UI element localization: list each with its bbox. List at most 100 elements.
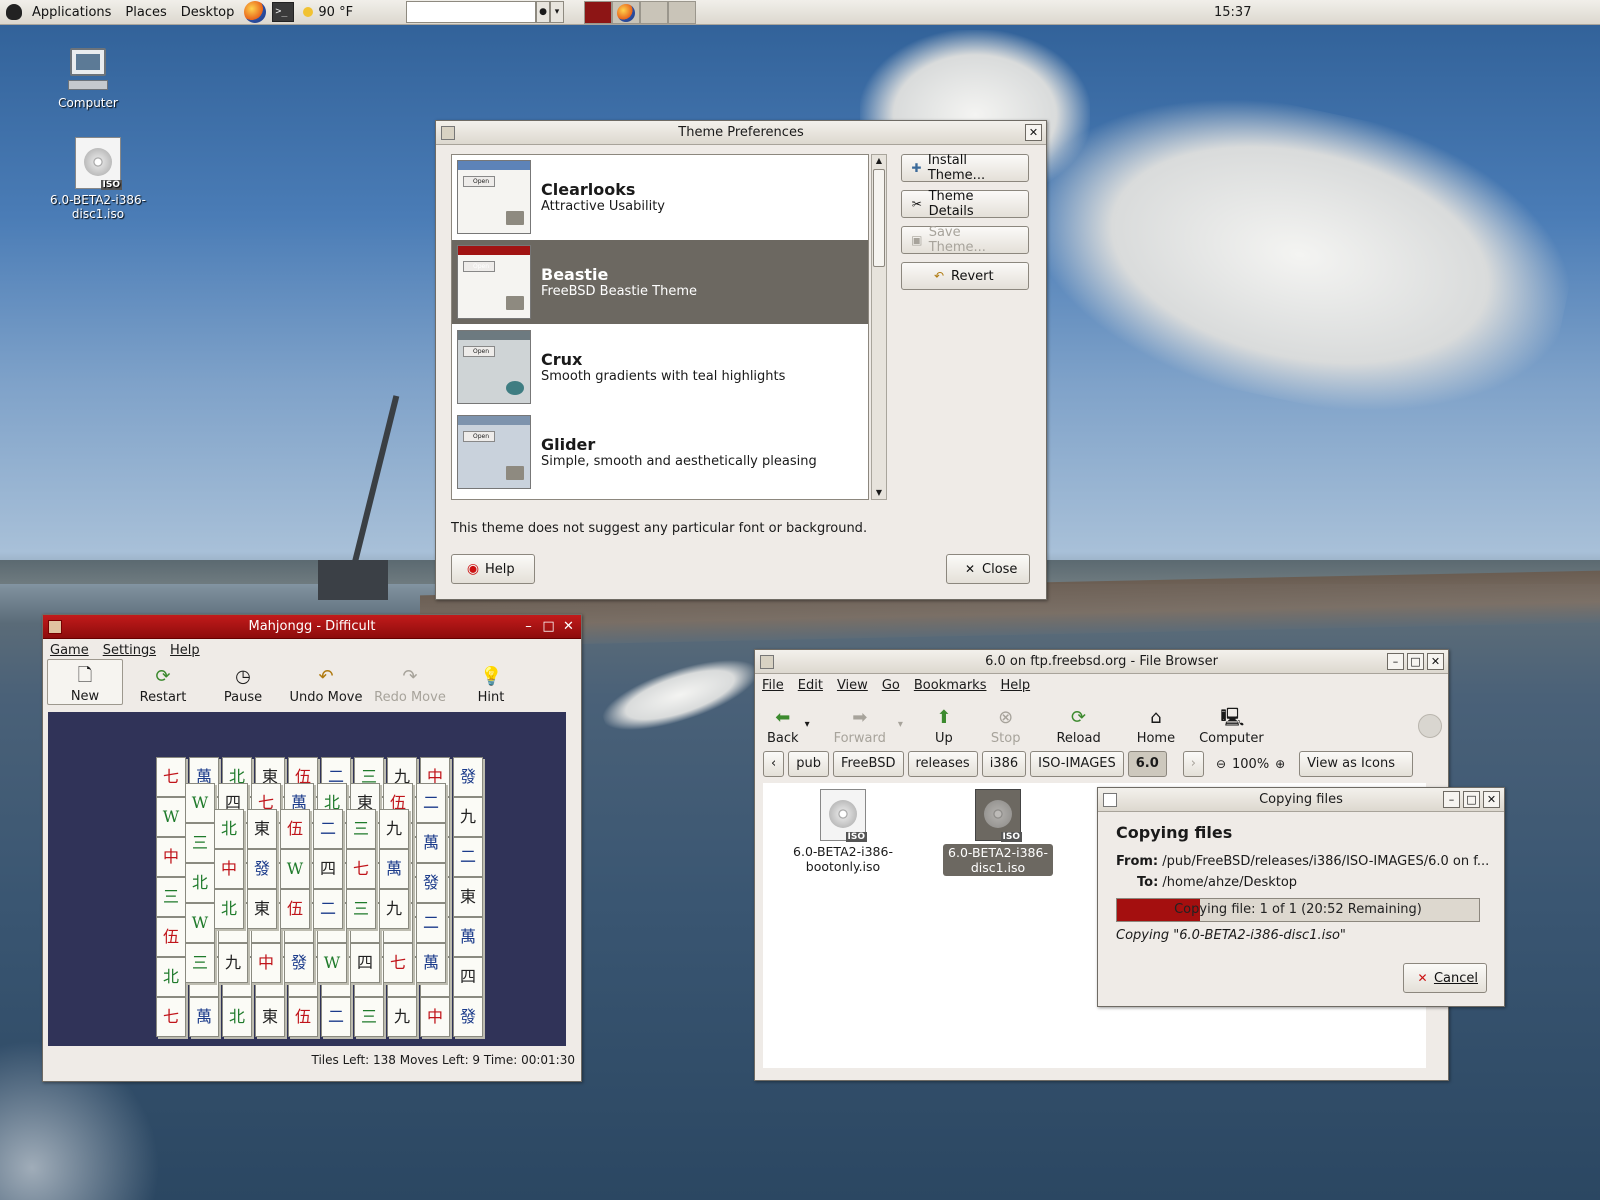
mahjongg-tile[interactable]: 中: [251, 943, 281, 983]
path-button-iso-images[interactable]: ISO-IMAGES: [1030, 751, 1124, 777]
path-scroll-left-button[interactable]: ‹: [763, 751, 785, 777]
mahjongg-tile[interactable]: 二: [416, 903, 446, 943]
mahjongg-tile[interactable]: 九: [218, 943, 248, 983]
view-mode-select[interactable]: View as Icons ⇕: [1299, 751, 1414, 794]
minimize-button[interactable]: –: [520, 618, 537, 635]
maximize-button[interactable]: □: [1407, 653, 1424, 670]
path-button-pub[interactable]: pub: [788, 751, 829, 777]
menu-help[interactable]: Help: [993, 678, 1037, 693]
mahjongg-tile[interactable]: 七: [156, 997, 186, 1037]
theme-row-glider[interactable]: Open Glider Simple, smooth and aesthetica…: [452, 410, 868, 495]
mahjongg-tile[interactable]: W: [185, 783, 215, 823]
weather-temperature[interactable]: 90 °F: [316, 0, 360, 25]
mahjongg-tile[interactable]: 北: [214, 889, 244, 929]
mahjongg-tile[interactable]: 九: [379, 889, 409, 929]
mahjongg-tile[interactable]: 萬: [416, 823, 446, 863]
new-game-button[interactable]: 🗋 New: [47, 659, 123, 705]
window-list-item-mahjongg[interactable]: [584, 0, 613, 24]
restart-button[interactable]: ⟳ Restart: [123, 659, 203, 705]
scroll-down-arrow-icon[interactable]: ▼: [872, 487, 886, 499]
mahjongg-tile[interactable]: 二: [416, 783, 446, 823]
scroll-up-arrow-icon[interactable]: ▲: [872, 155, 886, 167]
undo-move-button[interactable]: ↶ Undo Move: [283, 659, 369, 705]
cancel-button[interactable]: ✕ Cancel: [1403, 963, 1487, 993]
mahjongg-tile[interactable]: 九: [379, 809, 409, 849]
mahjongg-titlebar[interactable]: Mahjongg - Difficult – □ ✕: [43, 615, 581, 639]
mahjongg-tile[interactable]: 四: [313, 849, 343, 889]
mahjongg-tile[interactable]: 萬: [416, 943, 446, 983]
install-theme-button[interactable]: ✚ Install Theme...: [901, 153, 1029, 183]
window-list-item-files[interactable]: [668, 0, 697, 24]
mahjongg-tile[interactable]: 發: [416, 863, 446, 903]
desktop-menu[interactable]: Desktop: [174, 0, 242, 25]
mahjongg-tile[interactable]: 伍: [288, 997, 318, 1037]
mahjongg-tile[interactable]: W: [280, 849, 310, 889]
mahjongg-tile[interactable]: 三: [156, 877, 186, 917]
mahjongg-tile[interactable]: 三: [185, 943, 215, 983]
mahjongg-tile[interactable]: 中: [156, 837, 186, 877]
mahjongg-tile[interactable]: 東: [453, 877, 483, 917]
mahjongg-tile[interactable]: 萬: [453, 917, 483, 957]
file-item-disc1[interactable]: ISO 6.0-BETA2-i386- disc1.iso: [943, 789, 1053, 876]
mahjongg-tile[interactable]: 七: [383, 943, 413, 983]
path-scroll-right-button[interactable]: ›: [1182, 751, 1204, 777]
stop-button[interactable]: ⊗ Stop: [979, 698, 1033, 746]
mahjongg-tile[interactable]: 四: [453, 957, 483, 997]
panel-search-dropdown-button[interactable]: ▾: [550, 1, 565, 23]
mahjongg-tile[interactable]: 三: [354, 997, 384, 1037]
pause-button[interactable]: ◷ Pause: [203, 659, 283, 705]
menu-edit[interactable]: Edit: [791, 678, 830, 693]
mahjongg-tile[interactable]: 發: [453, 997, 483, 1037]
menu-help[interactable]: Help: [163, 643, 207, 658]
mahjongg-tile[interactable]: 四: [350, 943, 380, 983]
mahjongg-tile[interactable]: 伍: [280, 889, 310, 929]
save-theme-button[interactable]: ▣ Save Theme...: [901, 225, 1029, 255]
file-browser-titlebar[interactable]: 6.0 on ftp.freebsd.org - File Browser – …: [755, 650, 1448, 674]
mahjongg-tile[interactable]: 北: [222, 997, 252, 1037]
mahjongg-tile[interactable]: W: [317, 943, 347, 983]
close-window-button[interactable]: ✕: [1483, 791, 1500, 808]
firefox-launcher-icon[interactable]: [244, 1, 267, 23]
path-button-6-0[interactable]: 6.0: [1127, 751, 1167, 777]
mahjongg-tile[interactable]: 七: [346, 849, 376, 889]
zoom-in-icon[interactable]: ⊕: [1273, 757, 1287, 771]
desktop-icon-iso[interactable]: ISO 6.0-BETA2-i386- disc1.iso: [43, 137, 153, 221]
theme-row-crux[interactable]: Open Crux Smooth gradients with teal high…: [452, 325, 868, 410]
zoom-out-icon[interactable]: ⊖: [1214, 757, 1228, 771]
places-menu[interactable]: Places: [118, 0, 173, 25]
reload-button[interactable]: ⟳ Reload: [1044, 698, 1112, 746]
menu-bookmarks[interactable]: Bookmarks: [907, 678, 994, 693]
mahjongg-tile[interactable]: 三: [346, 889, 376, 929]
menu-file[interactable]: File: [755, 678, 791, 693]
mahjongg-board[interactable]: 七萬北東伍二三九中發W四七萬北東伍二三九中發W四七萬北東伍二三九中發W四七萬北東…: [48, 712, 566, 1046]
window-list-item-theme[interactable]: [640, 0, 669, 24]
forward-history-dropdown[interactable]: ▾: [898, 719, 903, 730]
mahjongg-tile[interactable]: 發: [247, 849, 277, 889]
file-item-bootonly[interactable]: ISO 6.0-BETA2-i386- bootonly.iso: [788, 789, 898, 874]
panel-search-input[interactable]: [406, 1, 537, 23]
panel-search-go-button[interactable]: ●: [536, 1, 551, 23]
theme-list-scrollbar[interactable]: ▲ ▼: [871, 154, 887, 500]
close-window-button[interactable]: ✕: [560, 618, 577, 635]
mahjongg-tile[interactable]: 萬: [379, 849, 409, 889]
menu-go[interactable]: Go: [875, 678, 907, 693]
panel-clock[interactable]: 15:37: [1214, 0, 1251, 25]
revert-button[interactable]: ↶ Revert: [901, 262, 1029, 290]
mahjongg-tile[interactable]: 九: [453, 797, 483, 837]
path-button-freebsd[interactable]: FreeBSD: [832, 751, 904, 777]
menu-view[interactable]: View: [830, 678, 875, 693]
mahjongg-tile[interactable]: 伍: [156, 917, 186, 957]
applications-menu[interactable]: Applications: [25, 0, 118, 25]
window-list-item-firefox[interactable]: [612, 0, 641, 24]
scrollbar-thumb[interactable]: [873, 169, 885, 267]
mahjongg-tile[interactable]: 三: [346, 809, 376, 849]
mahjongg-tile[interactable]: 東: [247, 889, 277, 929]
menu-settings[interactable]: Settings: [96, 643, 163, 658]
mahjongg-tile[interactable]: 二: [313, 809, 343, 849]
hint-button[interactable]: 💡 Hint: [451, 659, 531, 705]
mahjongg-tile[interactable]: 中: [420, 997, 450, 1037]
close-button[interactable]: ✕ Close: [946, 554, 1030, 584]
theme-details-button[interactable]: ✂ Theme Details: [901, 189, 1029, 219]
mahjongg-tile[interactable]: 二: [321, 997, 351, 1037]
computer-button[interactable]: 🖳 Computer: [1187, 698, 1276, 746]
